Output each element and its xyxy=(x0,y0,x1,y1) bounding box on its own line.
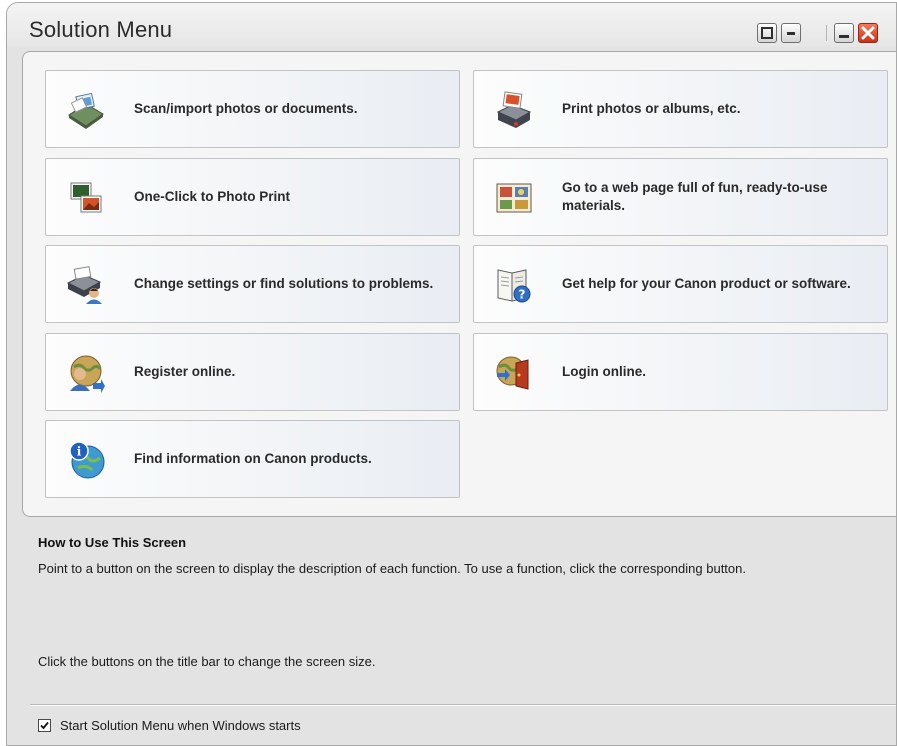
one-click-photo-print-button[interactable]: One-Click to Photo Print xyxy=(45,158,460,236)
register-online-button[interactable]: Register online. xyxy=(45,333,460,411)
restore-size-button[interactable] xyxy=(757,23,777,43)
login-door-icon xyxy=(496,356,529,390)
tile-label: Go to a web page full of fun, ready-to-u… xyxy=(562,180,828,213)
get-help-button[interactable]: ? Get help for your Canon product or sof… xyxy=(473,245,888,323)
checkbox-box[interactable] xyxy=(38,718,51,732)
titlebar-separator xyxy=(826,25,827,41)
help-manual-icon: ? xyxy=(497,269,531,303)
tile-label: Scan/import photos or documents. xyxy=(134,101,358,116)
tile-label: Change settings or find solutions to pro… xyxy=(134,276,434,291)
function-panel: Scan/import photos or documents. Print p… xyxy=(22,51,896,517)
settings-solutions-button[interactable]: Change settings or find solutions to pro… xyxy=(45,245,460,323)
checkmark-icon xyxy=(40,721,49,729)
help-text-size: Click the buttons on the title bar to ch… xyxy=(38,654,376,669)
scanner-icon xyxy=(68,92,104,129)
start-with-windows-checkbox[interactable]: Start Solution Menu when Windows starts xyxy=(38,716,301,734)
settings-printer-icon xyxy=(66,266,102,304)
minimize-button[interactable] xyxy=(834,23,854,43)
tile-label: Print photos or albums, etc. xyxy=(562,101,741,116)
tile-label: Get help for your Canon product or softw… xyxy=(562,276,851,291)
svg-text:?: ? xyxy=(519,288,526,302)
canon-info-button[interactable]: i Find information on Canon products. xyxy=(45,420,460,498)
photo-print-icon xyxy=(70,182,102,213)
tile-label: Register online. xyxy=(134,364,236,379)
window-restore-icon xyxy=(761,27,773,39)
reduce-size-button[interactable] xyxy=(781,23,801,43)
window-title: Solution Menu xyxy=(29,17,173,42)
solution-menu-window: Solution Menu Scan/import photos or docu… xyxy=(6,2,897,746)
close-icon xyxy=(861,26,875,40)
title-bar: Solution Menu xyxy=(7,3,896,47)
tile-label: One-Click to Photo Print xyxy=(134,189,291,204)
help-text: Point to a button on the screen to displ… xyxy=(38,561,746,576)
start-with-windows-label: Start Solution Menu when Windows starts xyxy=(60,717,301,733)
scan-import-button[interactable]: Scan/import photos or documents. xyxy=(45,70,460,148)
svg-text:i: i xyxy=(77,445,82,459)
help-heading: How to Use This Screen xyxy=(38,535,187,550)
info-globe-icon: i xyxy=(69,441,105,479)
minimize-icon xyxy=(839,35,849,38)
web-materials-button[interactable]: Go to a web page full of fun, ready-to-u… xyxy=(473,158,888,236)
divider xyxy=(30,704,896,706)
printer-icon xyxy=(496,91,532,128)
login-online-button[interactable]: Login online. xyxy=(473,333,888,411)
tile-label: Find information on Canon products. xyxy=(134,451,372,466)
web-materials-icon xyxy=(496,183,532,213)
tile-label: Login online. xyxy=(562,364,646,379)
close-button[interactable] xyxy=(858,23,878,43)
register-globe-icon xyxy=(70,355,105,393)
window-small-icon xyxy=(787,32,795,35)
print-photos-button[interactable]: Print photos or albums, etc. xyxy=(473,70,888,148)
